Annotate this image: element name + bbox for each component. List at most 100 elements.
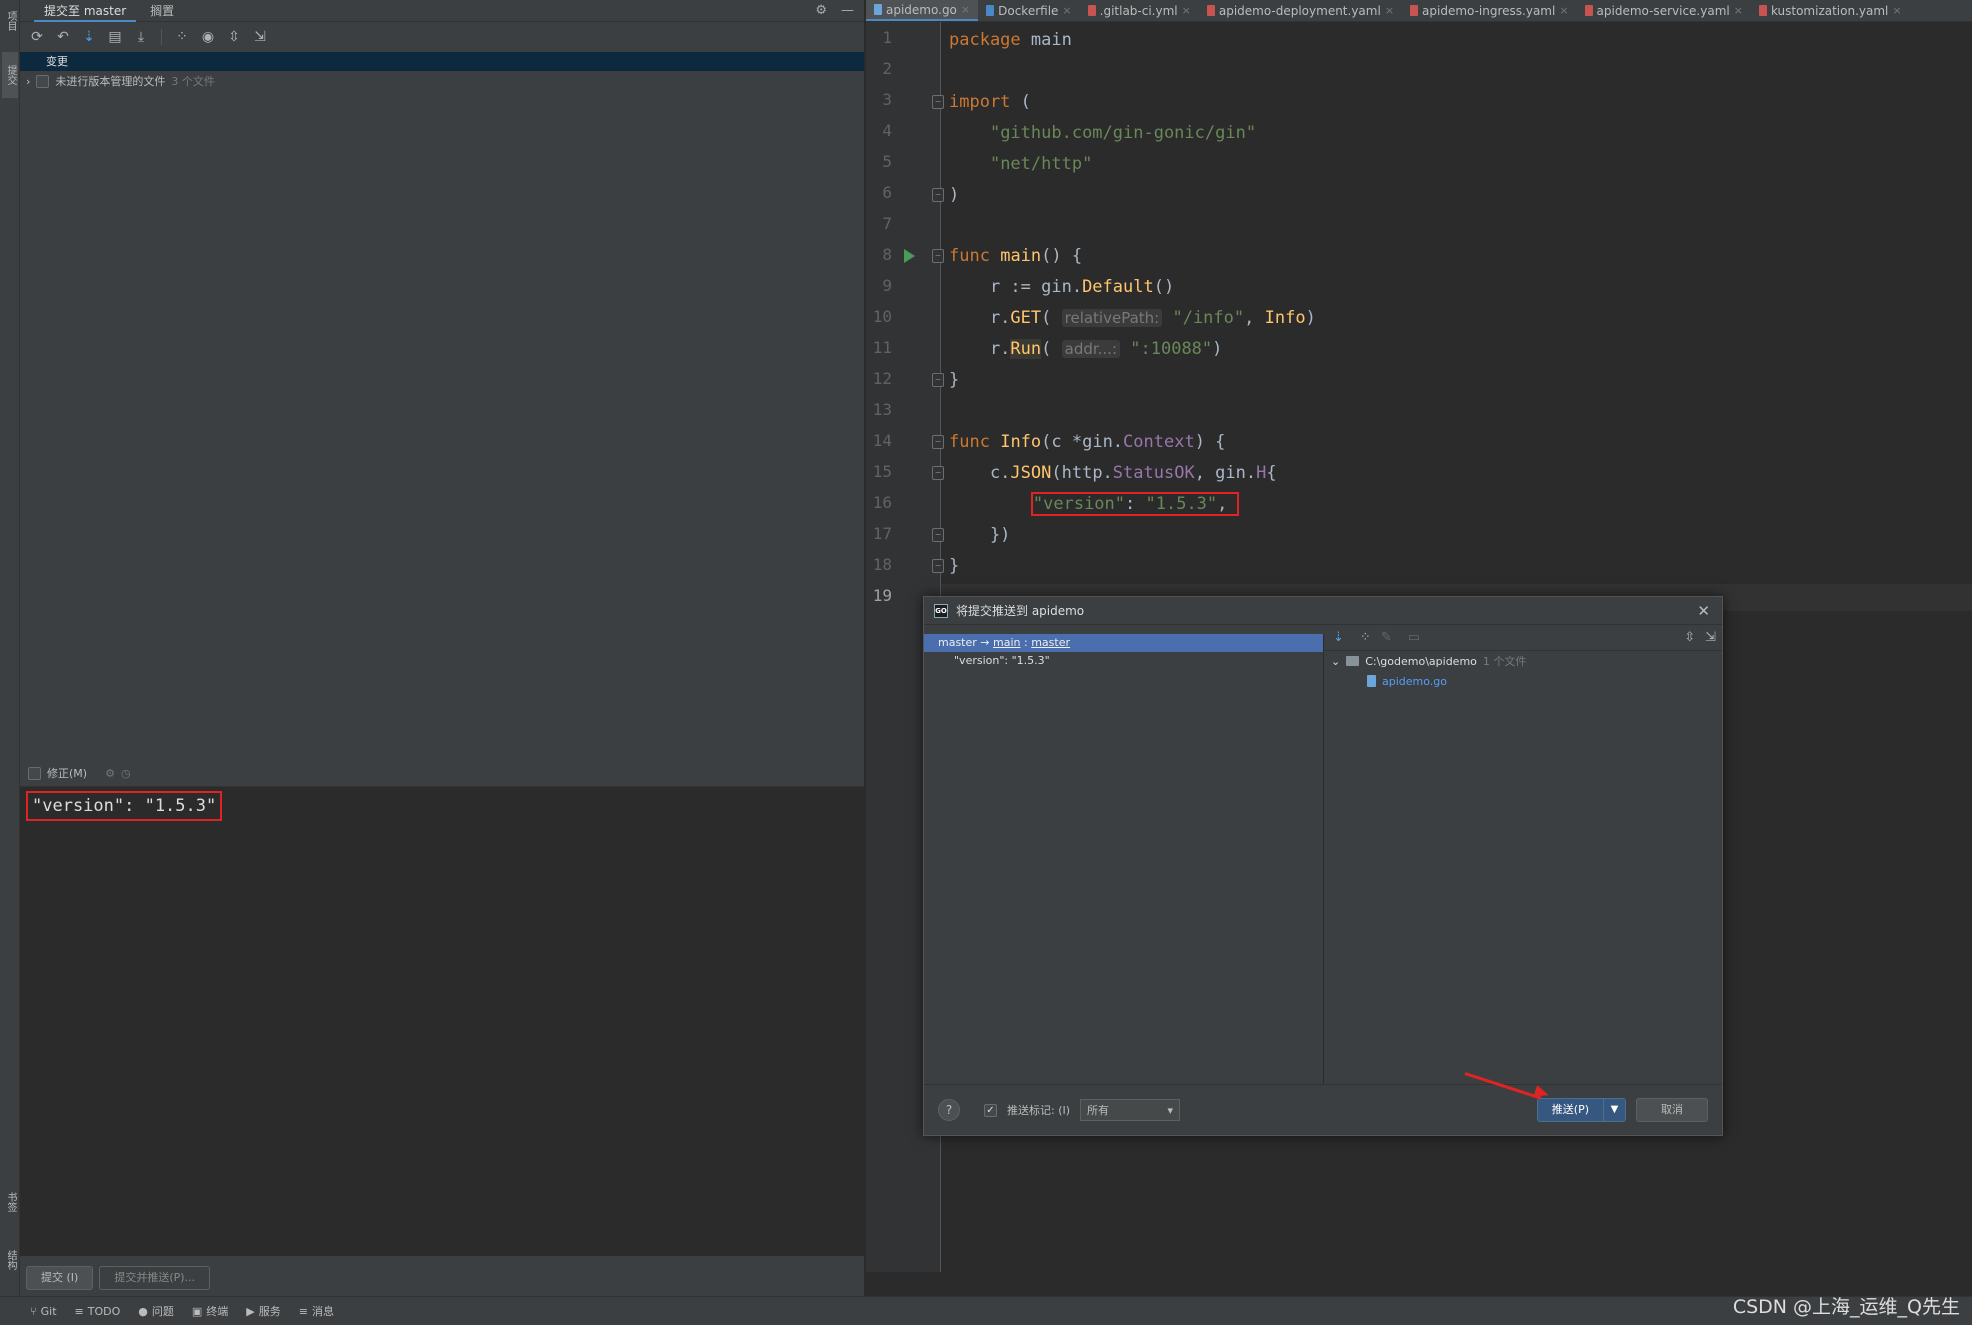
update-project-icon[interactable]: ⇣ bbox=[80, 28, 98, 46]
minimize-icon[interactable]: — bbox=[841, 3, 854, 18]
push-tags-select[interactable]: 所有 ▾ bbox=[1080, 1099, 1181, 1121]
commit-message-text[interactable]: "version": "1.5.3" bbox=[26, 791, 223, 821]
fold-marker[interactable]: − bbox=[932, 249, 944, 263]
code-line-18[interactable]: } bbox=[949, 553, 959, 579]
collapse-all-icon[interactable]: ⇲ bbox=[1705, 630, 1716, 645]
commit-message-area[interactable]: "version": "1.5.3" bbox=[20, 786, 865, 1256]
editor-tab[interactable]: Dockerfile × bbox=[978, 0, 1080, 21]
editor-tab[interactable]: kustomization.yaml × bbox=[1751, 0, 1910, 21]
push-button[interactable]: 推送(P) bbox=[1537, 1099, 1603, 1121]
code-line-15[interactable]: c.JSON(http.StatusOK, gin.H{ bbox=[949, 460, 1277, 486]
addr-hint: addr...: bbox=[1061, 340, 1121, 358]
rollback-icon[interactable]: ↶ bbox=[54, 28, 72, 46]
terminal-icon: ▣ bbox=[191, 1304, 203, 1318]
code-line-17[interactable]: }) bbox=[949, 522, 1010, 548]
close-icon[interactable]: ✕ bbox=[1697, 602, 1710, 620]
fold-marker[interactable]: − bbox=[932, 373, 944, 387]
code-line-5[interactable]: "net/http" bbox=[949, 151, 1092, 177]
group-by-icon[interactable]: ⁘ bbox=[1360, 630, 1371, 645]
branch-mapping-row[interactable]: master → main : master bbox=[924, 634, 1323, 652]
branch-target-link[interactable]: master bbox=[1031, 636, 1070, 649]
status-tool-3[interactable]: ▣ 终端 bbox=[192, 1303, 228, 1319]
preview-icon[interactable]: ▭ bbox=[1408, 630, 1420, 645]
commit-tool-tab[interactable]: 提交 bbox=[2, 52, 18, 98]
commit-and-push-button[interactable]: 提交并推送(P)... bbox=[99, 1266, 211, 1290]
tab-commit-to-master[interactable]: 提交至 master bbox=[34, 0, 137, 22]
editor-tab[interactable]: apidemo-ingress.yaml × bbox=[1402, 0, 1577, 21]
code-line-11[interactable]: r.Run( addr...: ":10088") bbox=[949, 336, 1222, 362]
amend-checkbox[interactable] bbox=[28, 766, 41, 780]
code-line-10[interactable]: r.GET( relativePath: "/info", Info) bbox=[949, 305, 1316, 331]
close-tab-icon[interactable]: × bbox=[1385, 4, 1394, 17]
line-number: 4 bbox=[882, 121, 892, 140]
code-line-6[interactable]: ) bbox=[949, 182, 959, 208]
close-tab-icon[interactable]: × bbox=[1892, 4, 1901, 17]
history-icon[interactable]: ◷ bbox=[121, 767, 131, 780]
structure-tool-tab[interactable]: 结构 bbox=[2, 1238, 18, 1282]
view-options-icon[interactable]: ◉ bbox=[199, 28, 217, 46]
push-dropdown-icon[interactable]: ▼ bbox=[1603, 1099, 1625, 1121]
collapse-all-icon[interactable]: ⇲ bbox=[251, 28, 269, 46]
commit-item[interactable]: "version": "1.5.3" bbox=[924, 652, 1323, 670]
run-icon[interactable] bbox=[904, 249, 915, 263]
code-line-9[interactable]: r := gin.Default() bbox=[949, 274, 1174, 300]
status-tool-4[interactable]: ▶ 服务 bbox=[246, 1303, 280, 1319]
fold-marker[interactable]: − bbox=[932, 188, 944, 202]
project-tool-tab[interactable]: 项目 bbox=[2, 4, 18, 38]
cancel-button[interactable]: 取消 bbox=[1636, 1098, 1708, 1122]
repo-node[interactable]: ⌄ C:\godemo\apidemo 1 个文件 bbox=[1325, 651, 1722, 671]
commit-button[interactable]: 提交 (I) bbox=[26, 1266, 94, 1290]
close-tab-icon[interactable]: × bbox=[1062, 4, 1071, 17]
status-tool-2[interactable]: ● 问题 bbox=[138, 1303, 174, 1319]
status-tool-1[interactable]: ≡ TODO bbox=[75, 1305, 121, 1318]
bookmarks-tool-tab[interactable]: 书签 bbox=[2, 1180, 18, 1224]
settings-icon[interactable]: ⚙ bbox=[105, 767, 115, 780]
fold-marker[interactable]: − bbox=[932, 95, 944, 109]
gear-icon[interactable]: ⚙ bbox=[815, 3, 827, 18]
refresh-icon[interactable]: ⟳ bbox=[28, 28, 46, 46]
tab-shelf[interactable]: 搁置 bbox=[140, 0, 184, 22]
expand-all-icon[interactable]: ⇳ bbox=[225, 28, 243, 46]
unversioned-checkbox[interactable] bbox=[36, 74, 50, 88]
close-tab-icon[interactable]: × bbox=[1734, 4, 1743, 17]
commit-toolbar: ⟳ ↶ ⇣ ▤ ⤓ ⁘ ◉ ⇳ ⇲ bbox=[20, 22, 864, 52]
code-line-1[interactable]: package main bbox=[949, 27, 1072, 53]
fold-marker[interactable]: − bbox=[932, 466, 944, 480]
close-tab-icon[interactable]: × bbox=[1559, 4, 1568, 17]
expand-all-icon[interactable]: ⇳ bbox=[1684, 630, 1695, 645]
pin-icon[interactable]: ⇣ bbox=[1333, 630, 1344, 645]
shelve-icon[interactable]: ⤓ bbox=[132, 28, 150, 46]
editor-tab[interactable]: .gitlab-ci.yml × bbox=[1080, 0, 1199, 21]
fold-marker[interactable]: − bbox=[932, 528, 944, 542]
line-number: 12 bbox=[872, 369, 892, 388]
chevron-down-icon[interactable]: ⌄ bbox=[1331, 655, 1340, 668]
file-node[interactable]: apidemo.go bbox=[1325, 671, 1722, 691]
status-tool-0[interactable]: ⑂ Git bbox=[30, 1305, 57, 1318]
push-tags-checkbox[interactable]: ✓ bbox=[984, 1103, 997, 1117]
close-tab-icon[interactable]: × bbox=[961, 3, 970, 16]
code-line-8[interactable]: func main() { bbox=[949, 243, 1082, 269]
diff-icon[interactable]: ▤ bbox=[106, 28, 124, 46]
file-icon bbox=[1758, 5, 1767, 16]
fold-marker[interactable]: − bbox=[932, 435, 944, 449]
code-line-14[interactable]: func Info(c *gin.Context) { bbox=[949, 429, 1225, 455]
amend-label[interactable]: 修正(M) bbox=[47, 765, 87, 781]
help-button[interactable]: ? bbox=[938, 1099, 960, 1121]
close-tab-icon[interactable]: × bbox=[1182, 4, 1191, 17]
editor-tab[interactable]: apidemo.go × bbox=[866, 0, 979, 21]
changes-node[interactable]: 变更 bbox=[20, 52, 864, 71]
editor-tab[interactable]: apidemo-deployment.yaml × bbox=[1199, 0, 1402, 21]
group-by-icon[interactable]: ⁘ bbox=[173, 28, 191, 46]
editor-tab[interactable]: apidemo-service.yaml × bbox=[1577, 0, 1751, 21]
code-line-3[interactable]: import ( bbox=[949, 89, 1031, 115]
code-line-16[interactable]: "version": "1.5.3", bbox=[949, 491, 1240, 517]
edit-icon[interactable]: ✎ bbox=[1381, 630, 1392, 645]
fold-marker[interactable]: − bbox=[932, 559, 944, 573]
chevron-right-icon[interactable]: › bbox=[26, 75, 30, 88]
branch-remote-link[interactable]: main bbox=[993, 636, 1020, 649]
code-line-12[interactable]: } bbox=[949, 367, 959, 393]
unversioned-files-node[interactable]: › 未进行版本管理的文件 3 个文件 bbox=[20, 71, 864, 91]
status-tool-5[interactable]: ≡ 消息 bbox=[299, 1303, 334, 1319]
code-line-4[interactable]: "github.com/gin-gonic/gin" bbox=[949, 120, 1256, 146]
file-name[interactable]: apidemo.go bbox=[1382, 675, 1447, 688]
